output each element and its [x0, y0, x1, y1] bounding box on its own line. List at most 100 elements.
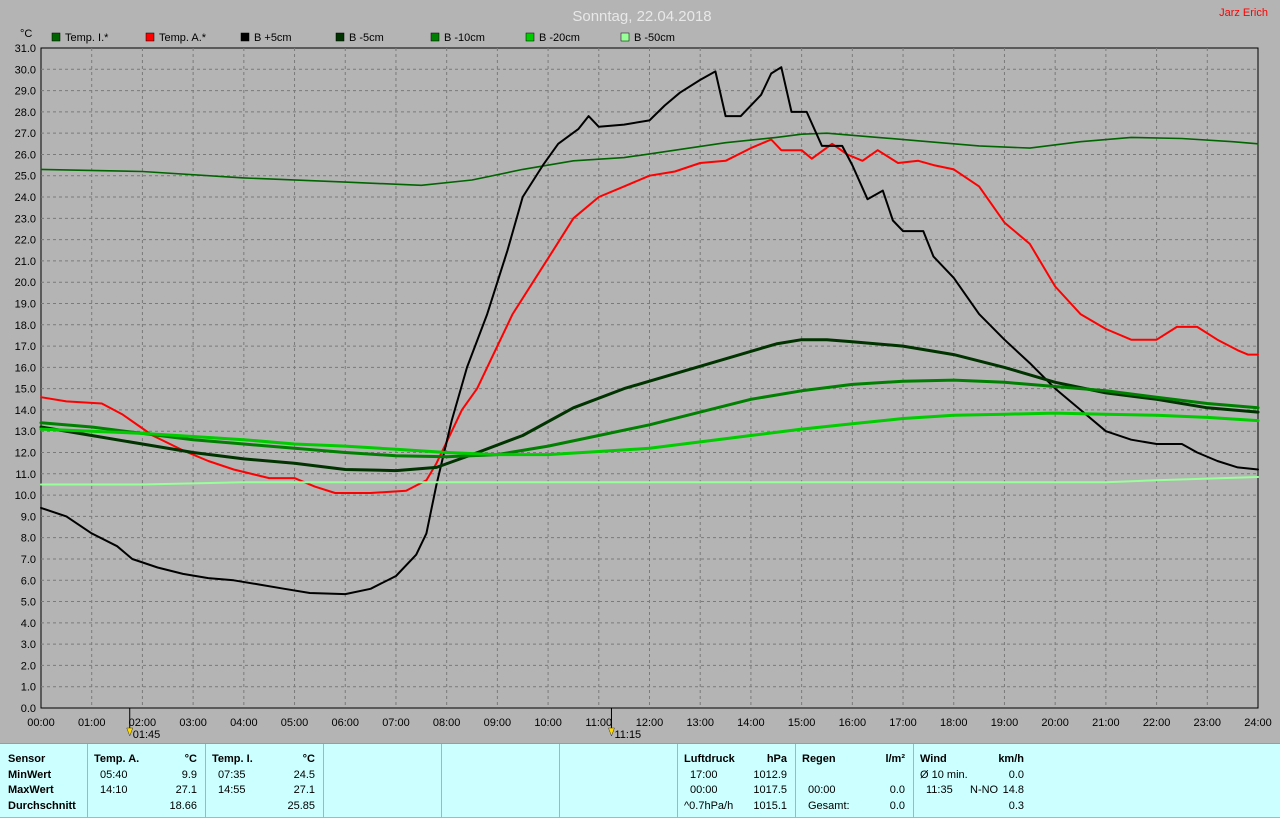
- y-tick-label: 23.0: [15, 213, 36, 225]
- pressure-trend-label: ^0.7hPa/h: [684, 800, 734, 812]
- y-tick-label: 16.0: [15, 362, 36, 374]
- rain-max-time: 00:00: [808, 784, 836, 796]
- x-tick-label: 13:00: [686, 717, 714, 729]
- rain-total-value: 0.0: [889, 800, 905, 812]
- x-tick-label: 01:00: [78, 717, 106, 729]
- x-tick-label: 07:00: [382, 717, 410, 729]
- x-axis-ticks: 00:00 01:00 02:00 03:00 04:00 05:00 06:00 07:00…: [27, 717, 1272, 729]
- time-marker-label: 01:45: [133, 729, 161, 741]
- x-tick-label: 14:00: [737, 717, 765, 729]
- pressure-min-time: 17:00: [690, 769, 718, 781]
- x-tick-label: 18:00: [940, 717, 968, 729]
- temp-i-unit: °C: [302, 753, 315, 765]
- min-label: MinWert: [8, 769, 52, 781]
- stats-panel: Sensor MinWert MaxWert Durchschnitt Temp…: [0, 743, 1280, 818]
- temp-i-avg-value: 25.85: [287, 800, 315, 812]
- legend-swatch: [145, 32, 155, 42]
- legend-swatch: [51, 32, 61, 42]
- y-tick-label: 28.0: [15, 107, 36, 119]
- rain-header: Regen: [802, 753, 836, 765]
- temp-a-max-value: 27.1: [175, 784, 197, 796]
- wind-max-value: 14.8: [1002, 784, 1024, 796]
- x-tick-label: 16:00: [839, 717, 867, 729]
- x-tick-label: 15:00: [788, 717, 816, 729]
- y-tick-label: 11.0: [15, 469, 36, 481]
- y-tick-label: 19.0: [15, 298, 36, 310]
- x-tick-label: 19:00: [991, 717, 1019, 729]
- legend-label: B -5cm: [349, 32, 384, 44]
- y-tick-label: 20.0: [15, 277, 36, 289]
- temp-a-header: Temp. A.: [94, 753, 140, 765]
- temp-a-avg-value: 18.66: [169, 800, 197, 812]
- wind-max-time: 11:35: [926, 784, 953, 796]
- stats-temp-a-column: Temp. A. °C 05:40 9.9 14:10 27.1 18.66: [88, 744, 206, 818]
- wind-avg-value: 0.3: [1008, 800, 1024, 812]
- x-tick-label: 03:00: [179, 717, 207, 729]
- temp-a-unit: °C: [184, 753, 197, 765]
- y-tick-label: 10.0: [15, 490, 36, 502]
- y-tick-label: 8.0: [21, 533, 36, 545]
- y-tick-label: 3.0: [21, 639, 36, 651]
- y-tick-label: 22.0: [15, 235, 36, 247]
- y-tick-label: 18.0: [15, 320, 36, 332]
- y-tick-label: 30.0: [15, 64, 36, 76]
- pressure-avg-value: 1015.1: [753, 800, 787, 812]
- y-tick-label: 12.0: [15, 448, 36, 460]
- stats-sensor-column: Sensor MinWert MaxWert Durchschnitt: [0, 744, 88, 818]
- max-label: MaxWert: [8, 784, 54, 796]
- x-tick-label: 02:00: [129, 717, 157, 729]
- y-tick-label: 6.0: [21, 575, 36, 587]
- pressure-header: Luftdruck: [684, 753, 735, 765]
- legend-swatch: [430, 32, 440, 42]
- temp-a-min-value: 9.9: [181, 769, 197, 781]
- avg-label: Durchschnitt: [8, 800, 76, 812]
- pressure-max-time: 00:00: [690, 784, 718, 796]
- x-tick-label: 22:00: [1143, 717, 1171, 729]
- legend-swatch: [240, 32, 250, 42]
- y-axis-unit: °C: [20, 28, 32, 40]
- x-tick-label: 00:00: [27, 717, 55, 729]
- y-axis-ticks: 0.0 1.0 2.0 3.0 4.0 5.0 6.0 7.0 8.0 9.0 10.0 11.0 12…: [15, 43, 36, 715]
- stats-empty-column-2: [442, 744, 560, 818]
- y-tick-label: 17.0: [15, 341, 36, 353]
- rain-total-label: Gesamt:: [808, 800, 850, 812]
- temp-a-min-time: 05:40: [100, 769, 128, 781]
- sensor-header: Sensor: [8, 753, 46, 765]
- y-tick-label: 25.0: [15, 171, 36, 183]
- wind-max-direction: N-NO: [970, 784, 999, 796]
- pressure-max-value: 1017.5: [753, 784, 787, 796]
- y-tick-label: 24.0: [15, 192, 36, 204]
- legend-label: B +5cm: [254, 32, 292, 44]
- legend-label: B -20cm: [539, 32, 580, 44]
- x-tick-label: 11:00: [585, 717, 612, 729]
- legend-swatch: [525, 32, 535, 42]
- y-tick-label: 29.0: [15, 86, 36, 98]
- y-tick-label: 27.0: [15, 128, 36, 140]
- stats-wind-column: Wind km/h Ø 10 min. 0.0 11:35 N-NO 14.8 …: [914, 744, 1032, 818]
- wind-avg10-value: 0.0: [1008, 769, 1024, 781]
- legend-label: B -10cm: [444, 32, 485, 44]
- author-label: Jarz Erich: [1219, 7, 1268, 19]
- y-tick-label: 4.0: [21, 618, 36, 630]
- stats-empty-column-3: [560, 744, 678, 818]
- x-tick-label: 10:00: [534, 717, 562, 729]
- x-tick-label: 08:00: [433, 717, 461, 729]
- x-tick-label: 20:00: [1041, 717, 1069, 729]
- temperature-chart: Sonntag, 22.04.2018 Jarz Erich °C Temp. …: [15, 7, 1272, 741]
- y-tick-label: 1.0: [21, 682, 36, 694]
- temp-i-min-value: 24.5: [293, 769, 315, 781]
- temp-i-header: Temp. I.: [212, 753, 253, 765]
- x-tick-label: 05:00: [281, 717, 309, 729]
- x-tick-label: 09:00: [484, 717, 512, 729]
- y-tick-label: 7.0: [21, 554, 36, 566]
- pressure-min-value: 1012.9: [753, 769, 787, 781]
- time-marker-label: 11:15: [614, 729, 641, 741]
- legend-label: B -50cm: [634, 32, 675, 44]
- y-tick-label: 15.0: [15, 384, 36, 396]
- wind-unit: km/h: [998, 753, 1024, 765]
- pressure-unit: hPa: [766, 753, 787, 765]
- wind-avg10-label: Ø 10 min.: [920, 769, 968, 781]
- temp-i-max-value: 27.1: [293, 784, 315, 796]
- x-tick-label: 17:00: [889, 717, 917, 729]
- stats-rain-column: Regen l/m² 00:00 0.0 Gesamt: 0.0: [796, 744, 914, 818]
